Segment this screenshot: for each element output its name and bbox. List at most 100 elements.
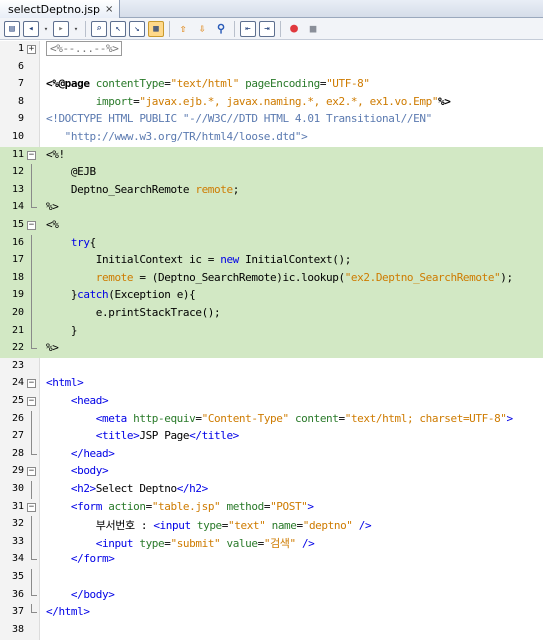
code-line[interactable]: 13 Deptno_SearchRemote remote; (0, 181, 543, 200)
fold-collapse-icon[interactable]: − (27, 502, 36, 512)
code-line[interactable]: 38 (0, 622, 543, 640)
code-line[interactable]: 15− <% (0, 217, 543, 235)
code-text: @EJB (46, 165, 96, 178)
code-token: @EJB (46, 165, 96, 179)
code-text: try{ (46, 236, 96, 249)
code-editor[interactable]: 1 + <%--...--%> 6 7 <%@page contentType="text… (0, 41, 543, 640)
fold-expand-icon[interactable]: + (27, 45, 36, 54)
code-line[interactable]: 28 </head> (0, 445, 543, 464)
code-token: %> (46, 341, 59, 355)
fold-guide (31, 252, 32, 270)
back-icon[interactable]: ◂ (23, 20, 39, 37)
code-text: 부서번호 : <input type="text" name="deptno" … (46, 517, 372, 533)
code-token: <body> (46, 464, 109, 478)
code-line[interactable]: 16 try{ (0, 234, 543, 253)
find-icon[interactable]: ⌕ (91, 20, 107, 37)
code-text: </html> (46, 605, 90, 618)
toolbar-separator (85, 20, 86, 37)
line-number: 8 (17, 95, 24, 107)
code-line[interactable]: 21 } (0, 322, 543, 341)
prev-bookmark-icon[interactable]: ⇧ (175, 21, 191, 37)
code-line[interactable]: 14 %> (0, 199, 543, 217)
code-line[interactable]: 33 <input type="submit" value="검색" /> (0, 533, 543, 552)
code-line[interactable]: 26 <meta http-equiv="Content-Type" conte… (0, 410, 543, 429)
stop-macro-icon[interactable]: ■ (305, 21, 321, 37)
code-token: %> (438, 94, 451, 108)
code-token: "http://www.w3.org/TR/html4/loose.dtd"> (46, 130, 308, 143)
code-text: <body> (46, 464, 109, 478)
forward-icon[interactable]: ▸ (53, 20, 69, 37)
code-line[interactable]: 37 </html> (0, 604, 543, 622)
code-line[interactable]: 19 }catch(Exception e){ (0, 287, 543, 305)
code-line[interactable]: 30 <h2>Select Deptno</h2> (0, 481, 543, 499)
fold-collapse-icon[interactable]: − (27, 221, 36, 230)
forward-dropdown-icon[interactable]: ▾ (72, 21, 80, 37)
line-number: 17 (11, 254, 24, 266)
code-line[interactable]: 17 InitialContext ic = new InitialContex… (0, 252, 543, 270)
find-prev-icon[interactable]: ↖ (110, 20, 126, 37)
code-token: <input (153, 519, 191, 533)
code-line[interactable]: 20 e.printStackTrace(); (0, 305, 543, 323)
source-history-icon[interactable]: ▤ (4, 20, 20, 37)
code-token: "ex2.Deptno_SearchRemote" (344, 270, 501, 284)
code-text: import="javax.ejb.*, javax.naming.*, ex2… (46, 95, 451, 108)
shift-right-icon[interactable]: ⇥ (259, 20, 275, 37)
code-token: > (506, 411, 514, 425)
line-number: 20 (11, 307, 24, 318)
fold-collapse-icon[interactable]: − (27, 150, 36, 160)
code-token: 부서번호 : (46, 519, 154, 533)
line-number: 34 (11, 553, 24, 565)
fold-end-marker (31, 340, 37, 350)
code-line[interactable]: 18 remote = (Deptno_SearchRemote)ic.look… (0, 269, 543, 288)
close-tab-icon[interactable]: × (105, 4, 113, 15)
fold-collapse-icon[interactable]: − (27, 397, 36, 406)
code-line[interactable]: 27 <title>JSP Page</title> (0, 428, 543, 446)
code-line[interactable]: 35 (0, 569, 543, 587)
line-number: 15 (11, 219, 24, 230)
back-dropdown-icon[interactable]: ▾ (42, 21, 50, 37)
fold-collapse-icon[interactable]: − (27, 379, 36, 389)
code-line[interactable]: 1 + <%--...--%> (0, 41, 543, 59)
fold-collapse-icon[interactable]: − (27, 467, 36, 477)
line-number: 37 (11, 606, 24, 618)
code-line[interactable]: 32 부서번호 : <input type="text" name="deptn… (0, 516, 543, 534)
code-line[interactable]: 31− <form action="table.jsp" method="POS… (0, 499, 543, 517)
code-line[interactable]: 11− <%! (0, 146, 543, 165)
code-token: = (Deptno_SearchRemote)ic.lookup( (133, 270, 345, 284)
code-line[interactable]: 29− <body> (0, 463, 543, 481)
fold-guide (31, 569, 32, 587)
file-tab[interactable]: selectDeptno.jsp × (0, 0, 121, 18)
code-token: </head> (46, 446, 115, 460)
code-line[interactable]: 22 %> (0, 340, 543, 358)
next-bookmark-icon[interactable]: ⇩ (194, 21, 210, 37)
line-number: 19 (11, 289, 24, 301)
record-macro-icon[interactable]: ● (286, 21, 302, 37)
line-number: 14 (11, 201, 24, 213)
code-token: </title> (189, 429, 239, 443)
toggle-highlight-icon[interactable]: ▦ (148, 20, 164, 37)
code-token: Select Deptno (95, 482, 177, 495)
code-line[interactable]: 7 <%@page contentType="text/html" pageEnc… (0, 76, 543, 94)
code-token: InitialContext(); (238, 253, 351, 267)
code-line[interactable]: 10 "http://www.w3.org/TR/html4/loose.dtd… (0, 129, 543, 147)
code-line[interactable]: 23 (0, 358, 543, 376)
line-number: 12 (11, 166, 24, 178)
code-token: e.printStackTrace(); (46, 306, 221, 319)
code-line[interactable]: 25− <head> (0, 393, 543, 411)
code-line[interactable]: 24− <html> (0, 375, 543, 393)
code-text: Deptno_SearchRemote remote; (46, 183, 239, 196)
code-token: </body> (46, 587, 115, 601)
shift-left-icon[interactable]: ⇤ (240, 20, 256, 37)
code-line[interactable]: 8 import="javax.ejb.*, javax.naming.*, e… (0, 94, 543, 112)
code-line[interactable]: 34 </form> (0, 551, 543, 569)
code-line[interactable]: 9 <!DOCTYPE HTML PUBLIC "-//W3C//DTD HTML… (0, 111, 543, 129)
find-next-icon[interactable]: ↘ (129, 20, 145, 37)
code-line[interactable]: 36 </body> (0, 586, 543, 605)
code-line[interactable]: 6 (0, 59, 543, 77)
collapsed-comment[interactable]: <%--...--%> (46, 41, 123, 56)
code-token: "deptno" (302, 519, 353, 533)
code-token: "text" (228, 519, 266, 533)
code-line[interactable]: 12 @EJB (0, 164, 543, 182)
line-number: 9 (17, 113, 24, 125)
toggle-bookmark-icon[interactable]: ⚲ (213, 21, 229, 37)
